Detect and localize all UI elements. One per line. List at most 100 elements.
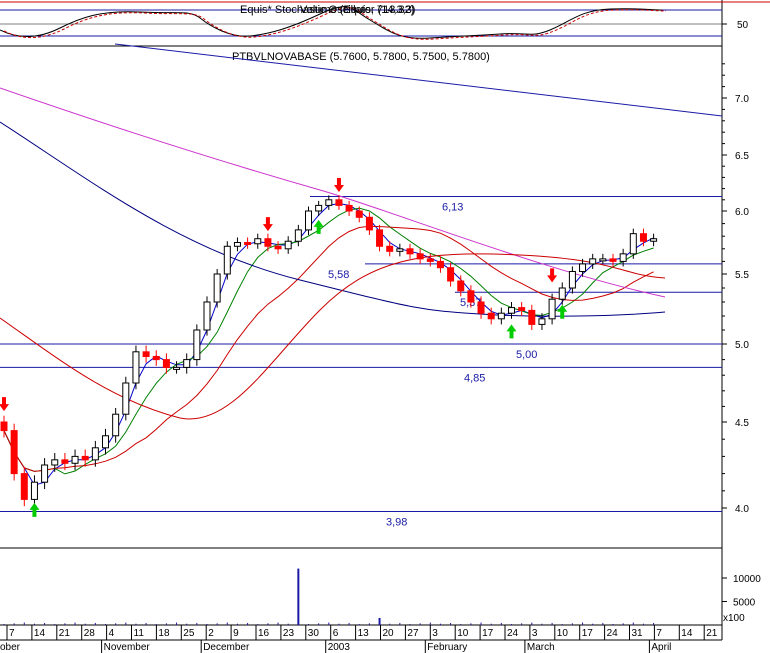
candle-body [558,287,566,300]
candle-body [508,307,515,314]
candle-body [538,318,546,325]
candle-body [467,290,475,303]
candle-body [457,280,465,292]
candle-body [396,248,404,252]
date-tick-label: 7 [9,628,15,639]
level-label: 5,00 [516,349,537,361]
candle-body [629,233,637,255]
candle-body [518,307,526,311]
candle-body [81,455,89,461]
candle-body [30,481,38,500]
date-tick-label: 3 [432,628,438,639]
date-tick-label: 24 [607,628,619,639]
date-tick-label: 30 [308,628,320,639]
candle-body [416,253,424,260]
volume-tick-label: 5000 [733,598,756,609]
candle-body [650,238,658,242]
candle-body [284,240,292,250]
candle-body [102,435,109,449]
volume-tick-label: 10000 [733,574,761,585]
candle-body [51,459,59,466]
candle-body [213,273,221,303]
price-tick-label: 5.5 [735,270,749,281]
date-tick-label: 17 [582,628,594,639]
price-tick-label: 4.5 [735,418,749,429]
candle-body [173,366,181,370]
date-tick-label: 7 [656,628,662,639]
date-tick-label: 13 [358,628,370,639]
candle-body [294,229,302,242]
date-tick-label: 2 [208,628,214,639]
date-tick-label: 3 [532,628,538,639]
candle-body [254,238,262,245]
candle-body [599,258,607,262]
candle-body [142,351,150,357]
chart-title: PTBVLNOVABASE (5.7600, 5.7800, 5.7500, 5… [232,51,490,63]
candle-body [487,312,495,320]
date-tick-label: 6 [333,628,339,639]
candle-body [122,382,130,415]
candle-body [0,421,8,432]
date-tick-label: 9 [233,628,239,639]
candle-body [244,242,252,245]
date-tick-label: 27 [407,628,419,639]
candle-body [223,245,231,275]
date-tick-label: 10 [457,628,469,639]
candle-body [10,430,18,475]
candle-body [477,301,485,314]
candle-body [112,413,120,437]
candle-body [579,263,587,272]
candle-body [528,309,536,325]
month-label: 2003 [328,642,351,653]
candle-body [335,199,343,206]
date-tick-label: 21 [706,628,718,639]
date-tick-label: 18 [158,628,170,639]
candle-body [447,267,455,282]
candle-body [376,229,384,247]
date-tick-label: 25 [183,628,195,639]
date-tick-label: 10 [557,628,569,639]
date-tick-label: 20 [383,628,395,639]
candle-body [406,248,414,255]
candle-body [91,447,99,461]
date-tick-label: 14 [681,628,693,639]
candle-body [203,301,211,331]
oscillator-overlay-title: Volume (Equis, 713.32) [300,4,414,16]
candle-body [639,233,647,242]
candle-body [568,270,576,289]
price-tick-label: 4.0 [735,504,749,515]
candle-body [71,455,79,464]
month-label: April [651,642,671,653]
candle-body [274,245,282,250]
candle-body [497,312,505,320]
candle-body [365,216,373,231]
date-tick-label: 17 [482,628,494,639]
candle-body [183,359,191,368]
candle-body [589,258,597,265]
candle-body [426,258,434,262]
candle-body [548,298,556,320]
date-tick-label: 16 [258,628,270,639]
price-tick-label: 7.0 [735,94,749,105]
month-label: ober [0,642,21,653]
candle-body [386,245,394,252]
candle-body [132,351,140,384]
date-tick-label: 28 [84,628,96,639]
candle-body [152,355,160,361]
level-label: 6,13 [442,201,463,213]
price-tick-label: 6.0 [735,207,749,218]
month-label: February [427,642,467,653]
osc-tick-label: 50 [737,20,749,31]
date-tick-label: 31 [632,628,644,639]
level-label: 3,98 [386,516,407,528]
price-tick-label: 5.0 [735,340,749,351]
candle-body [609,258,617,262]
month-label: December [203,642,250,653]
date-tick-label: 14 [34,628,46,639]
level-label: 5,58 [328,269,349,281]
date-tick-label: 11 [134,628,145,639]
candle-body [61,459,69,464]
date-tick-label: 23 [283,628,295,639]
candle-body [436,260,444,269]
month-label: March [527,642,555,653]
